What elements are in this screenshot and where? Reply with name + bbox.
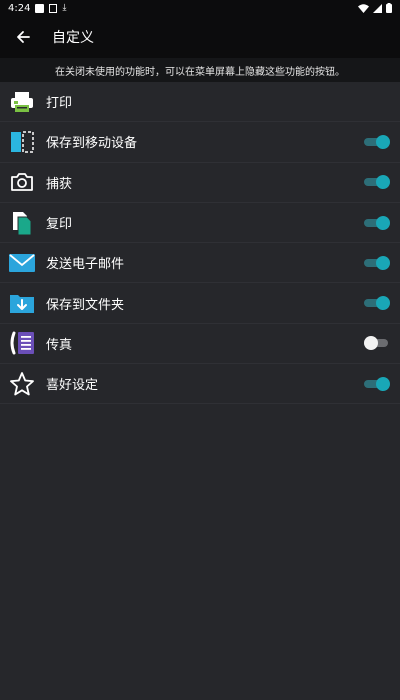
copy-icon (0, 203, 44, 243)
back-button[interactable] (0, 16, 46, 58)
app-notification-icon (35, 3, 45, 13)
download-icon: ⤓ (62, 3, 67, 13)
feature-list: 打印 保存到移动设备 捕获 复印 发送电子邮件 保存到文件夹 传真 喜好设定 (0, 82, 400, 405)
camera-icon (0, 162, 44, 202)
list-item-preferences: 喜好设定 (0, 364, 400, 405)
preferences-toggle[interactable] (364, 376, 390, 391)
status-time: 4:24 (8, 2, 31, 14)
list-item-print: 打印 (0, 82, 400, 123)
list-item-email: 发送电子邮件 (0, 243, 400, 284)
list-item-label: 传真 (46, 337, 73, 353)
list-item-label: 打印 (46, 96, 73, 112)
list-item-save-to-device: 保存到移动设备 (0, 122, 400, 163)
battery-icon (386, 3, 392, 13)
email-toggle[interactable] (364, 255, 390, 270)
notification-icon (49, 3, 58, 13)
list-item-save-to-folder: 保存到文件夹 (0, 283, 400, 324)
fax-toggle[interactable] (364, 336, 390, 351)
status-bar: 4:24 ⤓ (0, 0, 400, 16)
list-item-copy: 复印 (0, 203, 400, 244)
signal-icon (373, 3, 382, 13)
list-item-label: 捕获 (46, 176, 73, 192)
list-item-label: 保存到移动设备 (46, 136, 138, 152)
list-item-label: 喜好设定 (46, 378, 99, 394)
page-title: 自定义 (52, 30, 94, 46)
list-item-label: 复印 (46, 217, 73, 233)
list-item-capture: 捕获 (0, 163, 400, 203)
arrow-back-icon (17, 31, 30, 43)
app-bar: 自定义 (0, 16, 400, 58)
star-icon (0, 364, 44, 404)
copy-toggle[interactable] (364, 215, 390, 230)
list-item-fax: 传真 (0, 323, 400, 365)
wifi-icon (358, 3, 369, 13)
list-item-label: 发送电子邮件 (46, 257, 125, 273)
printer-icon (0, 82, 44, 122)
capture-toggle[interactable] (364, 175, 390, 190)
folder-download-icon (0, 283, 44, 323)
fax-icon (0, 323, 44, 363)
list-item-label: 保存到文件夹 (46, 297, 125, 313)
info-notice: 在关闭未使用的功能时，可以在菜单屏幕上隐藏这些功能的按钮。 (0, 58, 400, 82)
save-to-device-icon (0, 122, 44, 162)
save-to-folder-toggle[interactable] (364, 296, 390, 311)
email-icon (0, 243, 44, 283)
save-to-device-toggle[interactable] (364, 134, 390, 149)
